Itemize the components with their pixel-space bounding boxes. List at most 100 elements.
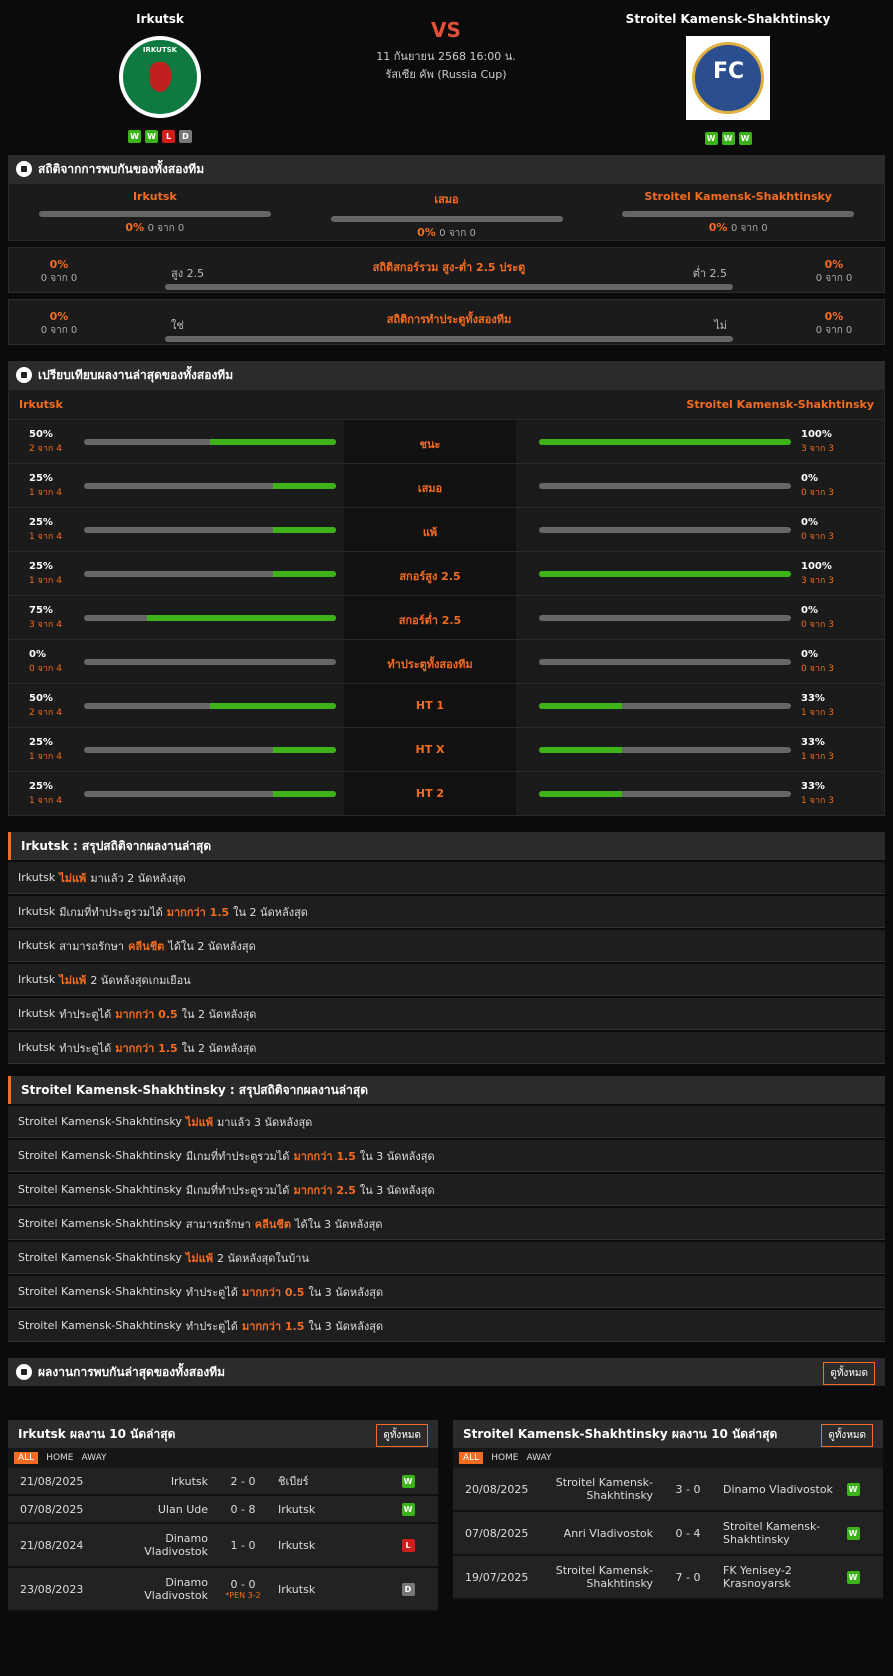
result-badge: W (846, 1526, 860, 1540)
bar-fill (273, 483, 336, 489)
home-count: 1 จาก 4 (29, 532, 62, 542)
away-last-panel: Stroitel Kamensk-Shakhtinsky ผลงาน 10 นั… (453, 1420, 883, 1600)
home-team-name: Irkutsk (136, 12, 184, 26)
view-all-home-button[interactable]: ดูทั้งหมด (376, 1424, 428, 1447)
home-count: 1 จาก 4 (29, 796, 62, 806)
bar-track (539, 527, 791, 533)
summary-text: Irkutsk (18, 973, 56, 986)
bar-track (84, 659, 336, 665)
summary-text: มากกว่า 1.5 (115, 1041, 178, 1055)
tab-home[interactable]: HOME (491, 1453, 518, 1463)
compare-label: HT 1 (344, 684, 516, 727)
view-all-h2h-button[interactable]: ดูทั้งหมด (823, 1362, 875, 1385)
home-team[interactable]: Irkutsk IRKUTSK WWLD (40, 0, 280, 143)
summary-text: ได้ใน 3 นัดหลังสุด (295, 1217, 383, 1231)
score: 0 - 8 (230, 1502, 256, 1516)
match-row[interactable]: 21/08/2025 Irkutsk 2 - 0 ชิเบียร์ W (8, 1468, 438, 1496)
away-team[interactable]: Stroitel Kamensk-Shakhtinsky FC WWW (608, 0, 848, 145)
score: 2 - 0 (230, 1474, 256, 1488)
match-score: 0 - 8 (208, 1503, 278, 1516)
form-badge: W (721, 132, 735, 145)
home-team: Dinamo Vladivostok (144, 1532, 208, 1558)
tab-home[interactable]: HOME (46, 1453, 73, 1463)
summary-text: Stroitel Kamensk-Shakhtinsky (18, 1149, 182, 1162)
bar-fill (273, 791, 336, 797)
summary-text: ใน 3 นัดหลังสุด (308, 1285, 384, 1299)
bar-track (539, 747, 791, 753)
match-score: 1 - 0 (208, 1539, 278, 1552)
away-bar (516, 508, 801, 551)
away-summary-header: Stroitel Kamensk-Shakhtinsky : สรุปสถิติ… (8, 1076, 885, 1104)
bar-fill (273, 747, 336, 753)
away-value: 33% 1 จาก 3 (801, 684, 884, 727)
away-value: 0% 0 จาก 3 (801, 508, 884, 551)
result: W (833, 1482, 873, 1496)
result-badge: D (401, 1582, 415, 1596)
bar-track (84, 615, 336, 621)
home-count: 1 จาก 4 (29, 488, 62, 498)
bar-track (539, 571, 791, 577)
match-row[interactable]: 23/08/2023 Dinamo Vladivostok 0 - 0 *PEN 3-… (8, 1568, 438, 1612)
page: Irkutsk IRKUTSK WWLD VS 11 กันยายน 2568 … (0, 0, 893, 1676)
away-value: 33% 1 จาก 3 (801, 772, 884, 815)
match-score: 0 - 4 (653, 1527, 723, 1540)
home-bar (79, 508, 344, 551)
bar-track (539, 439, 791, 445)
away-team: Stroitel Kamensk-Shakhtinsky (723, 1520, 821, 1546)
tab-all[interactable]: ALL (459, 1452, 484, 1464)
tab-away[interactable]: AWAY (82, 1453, 107, 1463)
home-pct: 25% (29, 517, 53, 528)
match-date: 07/08/2025 (465, 1526, 529, 1540)
summary-row: Irkutsk ทำประตูได้ มากกว่า 0.5 ใน 2 นัดหลัง… (8, 998, 885, 1030)
bar-fill (539, 703, 623, 709)
summary-text: มากกว่า 1.5 (241, 1319, 305, 1333)
away-pct: 0% (801, 517, 818, 528)
away-team: Irkutsk (278, 1538, 316, 1552)
result: W (833, 1570, 873, 1584)
away-team: Irkutsk (278, 1582, 316, 1596)
summary-text: ไม่แพ้ (59, 871, 87, 885)
summary-text: ไม่แพ้ (185, 1115, 214, 1129)
summary-text: คลีนชีต (254, 1217, 292, 1231)
compare-row: 75% 3 จาก 4 สกอร์ต่ำ 2.5 0% 0 จาก 3 (9, 595, 884, 639)
score: 1 - 0 (230, 1538, 256, 1552)
view-all-away-button[interactable]: ดูทั้งหมด (821, 1424, 873, 1447)
form-badge: W (704, 132, 718, 145)
summary-text: Irkutsk (18, 871, 56, 884)
home-team-logo: IRKUTSK (119, 36, 201, 118)
away-count: 0 จาก 3 (801, 664, 834, 674)
away-team: ชิเบียร์ (278, 1475, 309, 1488)
match-row[interactable]: 20/08/2025 Stroitel Kamensk-Shakhtinsky 3 … (453, 1468, 883, 1512)
home-form: WWLD (40, 130, 280, 143)
match-row[interactable]: 07/08/2025 Ulan Ude 0 - 8 Irkutsk W (8, 1496, 438, 1524)
home-team: Irkutsk (170, 1474, 208, 1488)
summary-text: มีเกมที่ทำประตูรวมได้ (185, 1183, 290, 1197)
bar-fill (539, 439, 791, 445)
match-row[interactable]: 19/07/2025 Stroitel Kamensk-Shakhtinsky 7 … (453, 1556, 883, 1600)
soccer-ball-icon (16, 1364, 32, 1380)
summary-text: ทำประตูได้ (59, 1007, 112, 1021)
tab-away[interactable]: AWAY (527, 1453, 552, 1463)
match-row[interactable]: 21/08/2024 Dinamo Vladivostok 1 - 0 Irkutsk… (8, 1524, 438, 1568)
away-bar (516, 420, 801, 463)
away-pct: 100% (801, 429, 832, 440)
summary-text: 2 นัดหลังสุดในบ้าน (217, 1251, 309, 1265)
away-bar (516, 596, 801, 639)
bar-fill (210, 703, 336, 709)
home-bar (79, 596, 344, 639)
bar-track (539, 791, 791, 797)
summary-text: ใน 2 นัดหลังสุด (181, 1007, 257, 1021)
summary-row: Irkutsk สามารถรักษา คลีนชีต ได้ใน 2 นัดหลัง… (8, 930, 885, 962)
score: 0 - 4 (675, 1526, 701, 1540)
home-count: 0 จาก 4 (29, 664, 62, 674)
bar-track (539, 703, 791, 709)
summary-row: Stroitel Kamensk-Shakhtinsky มีเกมที่ทำปร… (8, 1140, 885, 1172)
tab-all[interactable]: ALL (14, 1452, 39, 1464)
compare-table: Irkutsk Stroitel Kamensk-Shakhtinsky 50% 2… (8, 389, 885, 816)
compare-row: 25% 1 จาก 4 เสมอ 0% 0 จาก 3 (9, 463, 884, 507)
match-date: 23/08/2023 (20, 1582, 84, 1596)
form-badge: W (738, 132, 752, 145)
summary-row: Stroitel Kamensk-Shakhtinsky ทำประตูได้ มา… (8, 1310, 885, 1342)
summary-text: Irkutsk (18, 1041, 56, 1054)
match-row[interactable]: 07/08/2025 Anri Vladivostok 0 - 4 Stroitel … (453, 1512, 883, 1556)
